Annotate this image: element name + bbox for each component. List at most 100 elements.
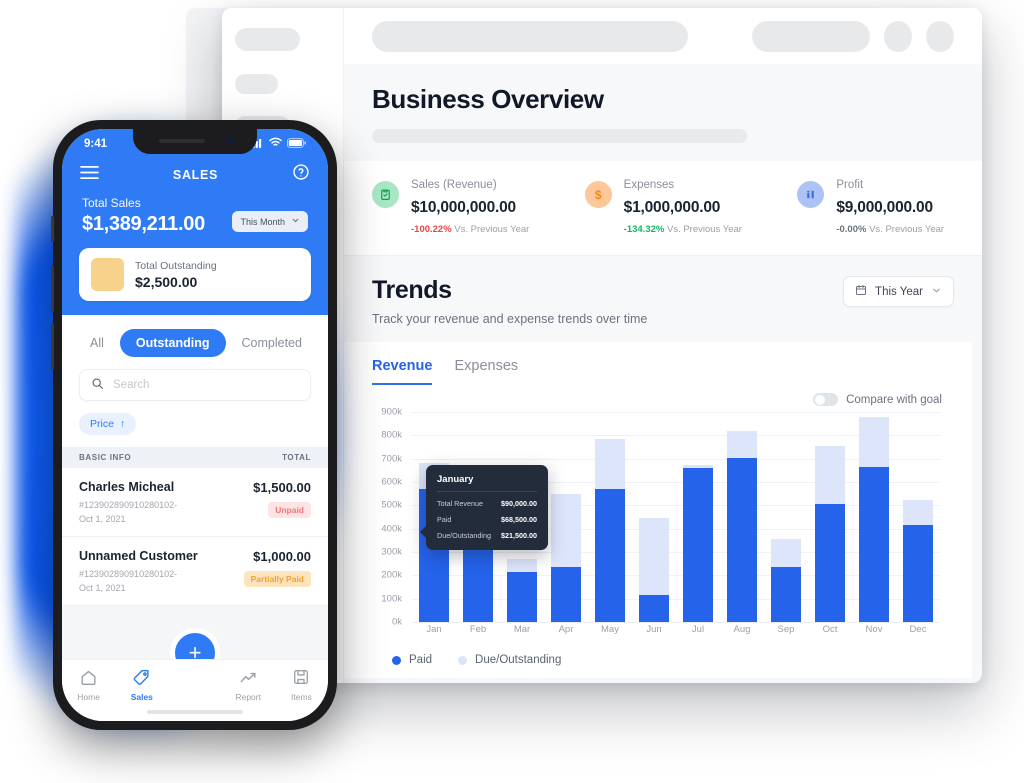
dollar-circle-icon: $ [584,181,612,208]
page-header: Business Overview [344,64,982,161]
tab-revenue[interactable]: Revenue [372,358,433,385]
wifi-icon [269,135,282,153]
bar-column[interactable] [544,412,588,622]
stacked-bar[interactable] [771,539,801,622]
search-input[interactable]: Search [79,369,311,401]
bar-segment-paid [771,567,801,622]
bar-column[interactable] [764,412,808,622]
month-range-select[interactable]: This Month [232,211,308,232]
search-icon [91,377,104,393]
revenue-bar-chart: 0k 100k 200k 300k 400k 500k 600k 700k 800k 900k J… [368,407,948,644]
stat-card-expenses: $ Expenses $1,000,000.00 -134.32% Vs. Pr… [557,179,770,235]
topbar-avatar-circle-1[interactable] [884,20,912,52]
tooltip-label: Due/Outstanding [437,531,491,540]
legend-item-due[interactable]: Due/Outstanding [458,654,561,666]
bar-segment-paid [859,466,889,622]
chart-tooltip: January Total Revenue $90,000.00 Paid $6… [420,465,548,550]
tooltip-label: Total Revenue [437,499,483,508]
stat-delta: -0.00% Vs. Previous Year [836,224,944,235]
status-badge: Unpaid [268,502,311,518]
desktop-topbar [344,8,982,64]
year-range-select[interactable]: This Year [843,276,954,307]
tab-report[interactable]: Report [222,668,275,702]
chart-axis-line [412,622,940,623]
chart-tabs: Revenue Expenses [344,342,972,385]
bar-column[interactable] [720,412,764,622]
bar-column[interactable] [588,412,632,622]
stat-value: $10,000,000.00 [411,199,516,216]
filter-segments: All Outstanding Completed [62,315,328,367]
bar-column[interactable] [852,412,896,622]
home-indicator [147,710,243,714]
tooltip-row-paid: Paid $68,500.00 [437,515,537,524]
stacked-bar[interactable] [595,438,625,622]
bar-segment-paid [595,489,625,622]
x-axis-labels: Jan Feb Mar Apr May Jun Jul Aug Sep Oct Nov Dec [412,624,940,644]
compare-with-goal-label: Compare with goal [846,393,942,406]
bar-segment-paid [507,571,537,622]
sort-price-chip[interactable]: Price ↑ [79,413,137,435]
chart-card: Revenue Expenses Compare with goal 0k 100… [344,342,972,678]
phone-mockup: 9:41 SALES Total Sales $1,389,211.00 Thi… [51,120,337,730]
legend-swatch-due [458,655,468,665]
column-basic-info: BASIC INFO [79,453,132,462]
tab-label: Items [291,692,312,702]
bar-column[interactable] [896,412,940,622]
segment-all[interactable]: All [74,329,120,357]
stacked-bar[interactable] [551,493,581,622]
segment-outstanding[interactable]: Outstanding [119,329,226,357]
stacked-bar[interactable] [683,464,713,622]
stacked-bar[interactable] [727,430,757,622]
stacked-bar[interactable] [903,499,933,622]
status-time: 9:41 [84,138,108,150]
invoice-date: Oct 1, 2021 [79,513,126,524]
stat-label: Sales (Revenue) [411,179,497,191]
bar-column[interactable] [632,412,676,622]
total-outstanding-card[interactable]: Total Outstanding $2,500.00 [79,248,311,301]
hamburger-menu-icon[interactable] [80,165,99,185]
tooltip-row-due: Due/Outstanding $21,500.00 [437,531,537,540]
stat-card-profit: Profit $9,000,000.00 -0.00% Vs. Previous… [769,179,982,235]
y-axis-tick: 300k [381,546,402,558]
sidebar-skeleton-item-1 [235,74,278,94]
stacked-bar[interactable] [639,518,669,622]
tab-sales[interactable]: Sales [115,668,168,702]
topbar-search-skeleton[interactable] [372,20,688,52]
list-item[interactable]: Unnamed Customer #123902890910280102- Oc… [62,537,328,606]
home-icon [62,668,115,688]
list-column-header: BASIC INFO TOTAL [62,447,328,468]
topbar-avatar-circle-2[interactable] [926,20,954,52]
bar-segment-due [859,416,889,467]
stacked-bar[interactable] [859,416,889,622]
list-item[interactable]: Charles Micheal #123902890910280102- Oct… [62,468,328,537]
bar-segment-due [551,493,581,568]
stacked-bar[interactable] [507,559,537,622]
tab-items[interactable]: Items [275,668,328,702]
bar-column[interactable] [808,412,852,622]
stat-label: Profit [836,179,864,191]
tab-expenses[interactable]: Expenses [454,358,518,385]
help-circle-icon[interactable] [292,163,310,186]
legend-item-paid[interactable]: Paid [392,654,432,666]
tab-home[interactable]: Home [62,668,115,702]
compare-with-goal-toggle[interactable] [813,393,839,406]
bar-segment-due [815,445,845,505]
year-range-label: This Year [875,285,923,298]
total-sales-label: Total Sales [82,196,141,210]
x-axis-tick: Mar [513,624,531,635]
segment-completed[interactable]: Completed [226,329,318,357]
y-axis-tick: 0k [391,616,402,628]
x-axis-tick: Jul [691,624,705,635]
page-subtitle-skeleton [372,129,747,143]
invoice-ref: #123902890910280102- [79,500,178,510]
chevron-down-icon [931,285,942,299]
tag-icon [115,668,168,688]
battery-icon [287,135,306,153]
save-box-icon [275,668,328,688]
stacked-bar[interactable] [815,445,845,622]
tooltip-month: January [437,474,537,492]
topbar-pill-skeleton[interactable] [752,20,870,52]
bar-column[interactable] [676,412,720,622]
arrow-up-icon: ↑ [119,418,126,430]
trends-header: Trends Track your revenue and expense tr… [344,256,982,342]
